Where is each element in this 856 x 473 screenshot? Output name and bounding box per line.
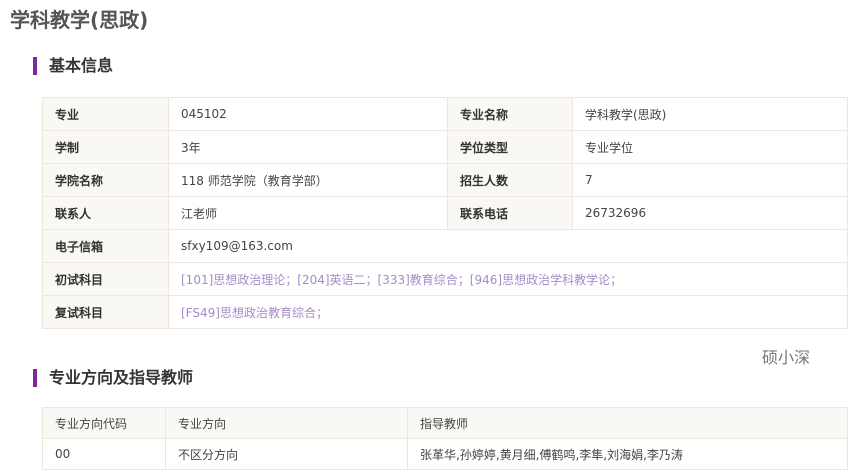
- row-label: 初试科目: [42, 262, 169, 296]
- row-label: 联系电话: [447, 196, 573, 230]
- table-row: 专业 045102 专业名称 学科教学(思政): [42, 97, 848, 131]
- watermark: 硕小深: [762, 348, 811, 367]
- row-value: 江老师: [168, 196, 448, 230]
- row-value: 3年: [168, 130, 448, 164]
- direction-name: 不区分方向: [165, 438, 408, 470]
- row-value: 26732696: [572, 196, 848, 230]
- row-label: 专业名称: [447, 97, 573, 131]
- row-label: 学制: [42, 130, 169, 164]
- row-value: 045102: [168, 97, 448, 131]
- row-label: 联系人: [42, 196, 169, 230]
- row-label: 学位类型: [447, 130, 573, 164]
- header-cell: 专业方向代码: [42, 407, 166, 439]
- retest-subjects-link[interactable]: [FS49]思想政治教育综合；: [168, 295, 848, 329]
- row-value: 7: [572, 163, 848, 197]
- row-label: 复试科目: [42, 295, 169, 329]
- section-heading-basic: 基本信息: [33, 57, 113, 75]
- page-title: 学科教学(思政): [10, 8, 149, 32]
- table-row: 学院名称 118 师范学院（教育学部） 招生人数 7: [42, 163, 848, 197]
- row-label: 学院名称: [42, 163, 169, 197]
- header-cell: 指导教师: [407, 407, 848, 439]
- table-row: 复试科目 [FS49]思想政治教育综合；: [42, 295, 848, 329]
- row-value: 专业学位: [572, 130, 848, 164]
- row-label: 招生人数: [447, 163, 573, 197]
- basic-info-table: 专业 045102 专业名称 学科教学(思政) 学制 3年 学位类型 专业学位 学院名称 118 …: [42, 97, 848, 329]
- row-label: 专业: [42, 97, 169, 131]
- section-heading-directions: 专业方向及指导教师: [33, 369, 193, 387]
- row-label: 电子信箱: [42, 229, 169, 263]
- initial-exam-subjects-link[interactable]: [101]思想政治理论；[204]英语二；[333]教育综合；[946]思想政治…: [168, 262, 848, 296]
- table-row: 初试科目 [101]思想政治理论；[204]英语二；[333]教育综合；[946]…: [42, 262, 848, 296]
- table-header-row: 专业方向代码 专业方向 指导教师: [42, 407, 848, 439]
- advisors: 张革华,孙婷婷,黄月细,傅鹤鸣,李隼,刘海娟,李乃涛: [407, 438, 848, 470]
- table-row: 00 不区分方向 张革华,孙婷婷,黄月细,傅鹤鸣,李隼,刘海娟,李乃涛: [42, 438, 848, 470]
- table-row: 电子信箱 sfxy109@163.com: [42, 229, 848, 263]
- table-row: 联系人 江老师 联系电话 26732696: [42, 196, 848, 230]
- row-value: 学科教学(思政): [572, 97, 848, 131]
- header-cell: 专业方向: [165, 407, 408, 439]
- directions-table: 专业方向代码 专业方向 指导教师 00 不区分方向 张革华,孙婷婷,黄月细,傅鹤…: [42, 407, 848, 470]
- table-row: 学制 3年 学位类型 专业学位: [42, 130, 848, 164]
- email-value: sfxy109@163.com: [168, 229, 848, 263]
- row-value: 118 师范学院（教育学部）: [168, 163, 448, 197]
- direction-code: 00: [42, 438, 166, 470]
